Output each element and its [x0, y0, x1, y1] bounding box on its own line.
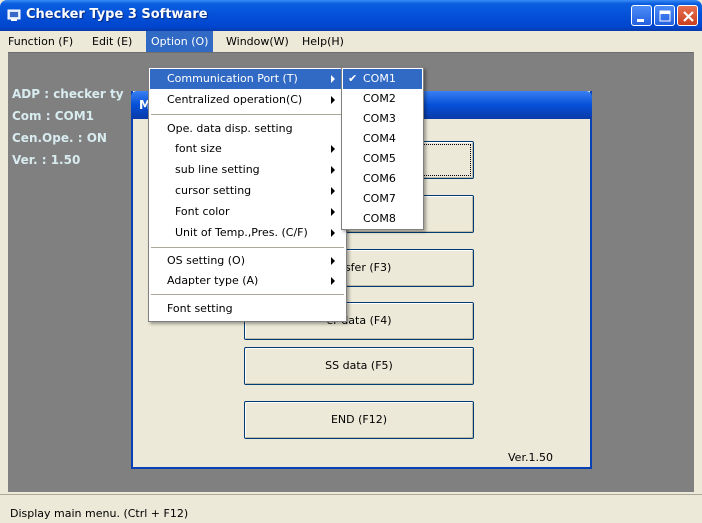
option-font-size[interactable]: font size — [150, 139, 345, 159]
menu-help[interactable]: Help(H) — [297, 31, 349, 52]
option-item-label: cursor setting — [175, 184, 252, 197]
option-ope-data-disp-setting: Ope. data disp. setting — [150, 119, 345, 139]
port-item-label: COM2 — [363, 92, 396, 105]
option-item-label: Font setting — [167, 302, 233, 315]
port-com2[interactable]: COM2 — [343, 89, 422, 109]
port-com5[interactable]: COM5 — [343, 149, 422, 169]
window-title: Checker Type 3 Software — [26, 7, 208, 22]
option-item-label: sub line setting — [175, 163, 260, 176]
submenu-arrow-icon — [331, 75, 335, 83]
menu-function[interactable]: Function (F) — [3, 31, 78, 52]
port-com8[interactable]: COM8 — [343, 209, 422, 229]
info-centralized-operation: Cen.Ope. : ON — [12, 131, 107, 145]
info-com-port: Com : COM1 — [12, 109, 95, 123]
end-button[interactable]: END (F12) — [244, 401, 474, 439]
option-font-color[interactable]: Font color — [150, 202, 345, 222]
status-text: Display main menu. (Ctrl + F12) — [10, 507, 189, 520]
info-version: Ver. : 1.50 — [12, 153, 81, 167]
port-com7[interactable]: COM7 — [343, 189, 422, 209]
menu-edit[interactable]: Edit (E) — [87, 31, 137, 52]
submenu-arrow-icon — [331, 277, 335, 285]
communication-port-submenu: ✔ COM1 COM2 COM3 COM4 COM5 COM6 COM7 COM… — [341, 67, 424, 230]
close-icon — [683, 11, 694, 22]
port-item-label: COM1 — [363, 72, 396, 85]
option-item-label: font size — [175, 142, 222, 155]
option-centralized-operation[interactable]: Centralized operation(C) — [150, 90, 345, 110]
submenu-arrow-icon — [331, 166, 335, 174]
option-menu: Communication Port (T) Centralized opera… — [148, 67, 347, 322]
menu-window[interactable]: Window(W) — [221, 31, 294, 52]
menu-separator — [151, 114, 344, 115]
menu-separator — [151, 247, 344, 248]
option-item-label: Adapter type (A) — [167, 274, 259, 287]
port-com1[interactable]: ✔ COM1 — [343, 69, 422, 89]
submenu-arrow-icon — [331, 257, 335, 265]
minimize-button[interactable] — [631, 5, 652, 26]
option-item-label: Communication Port (T) — [167, 72, 298, 85]
menu-separator — [151, 294, 344, 295]
port-item-label: COM5 — [363, 152, 396, 165]
port-item-label: COM3 — [363, 112, 396, 125]
option-font-setting[interactable]: Font setting — [150, 299, 345, 319]
option-item-label: Centralized operation(C) — [167, 93, 303, 106]
port-com3[interactable]: COM3 — [343, 109, 422, 129]
option-item-label: Ope. data disp. setting — [167, 122, 293, 135]
option-os-setting[interactable]: OS setting (O) — [150, 251, 345, 271]
app-icon[interactable] — [7, 8, 21, 22]
option-sub-line-setting[interactable]: sub line setting — [150, 160, 345, 180]
option-cursor-setting[interactable]: cursor setting — [150, 181, 345, 201]
port-item-label: COM4 — [363, 132, 396, 145]
info-adapter: ADP : checker ty — [12, 87, 124, 101]
submenu-arrow-icon — [331, 96, 335, 104]
check-icon: ✔ — [348, 72, 358, 85]
port-com6[interactable]: COM6 — [343, 169, 422, 189]
option-item-label: Unit of Temp.,Pres. (C/F) — [175, 226, 308, 239]
maximize-button[interactable] — [654, 5, 675, 26]
port-com4[interactable]: COM4 — [343, 129, 422, 149]
port-item-label: COM7 — [363, 192, 396, 205]
submenu-arrow-icon — [331, 208, 335, 216]
port-item-label: COM8 — [363, 212, 396, 225]
minimize-icon — [637, 19, 644, 22]
option-unit-temp-pres[interactable]: Unit of Temp.,Pres. (C/F) — [150, 223, 345, 243]
option-communication-port[interactable]: Communication Port (T) — [150, 69, 345, 89]
close-button[interactable] — [677, 5, 698, 26]
option-item-label: OS setting (O) — [167, 254, 246, 267]
port-item-label: COM6 — [363, 172, 396, 185]
submenu-arrow-icon — [331, 187, 335, 195]
title-bar[interactable]: Checker Type 3 Software — [0, 0, 702, 31]
ss-data-button[interactable]: SS data (F5) — [244, 347, 474, 385]
option-adapter-type[interactable]: Adapter type (A) — [150, 271, 345, 291]
status-bar: Display main menu. (Ctrl + F12) — [0, 494, 702, 523]
child-version-label: Ver.1.50 — [508, 451, 553, 464]
submenu-arrow-icon — [331, 229, 335, 237]
menu-bar: Function (F) Edit (E) Option (O) Window(… — [0, 31, 702, 52]
submenu-arrow-icon — [331, 145, 335, 153]
maximize-icon — [659, 10, 671, 22]
option-item-label: Font color — [175, 205, 230, 218]
menu-option[interactable]: Option (O) — [146, 31, 214, 52]
